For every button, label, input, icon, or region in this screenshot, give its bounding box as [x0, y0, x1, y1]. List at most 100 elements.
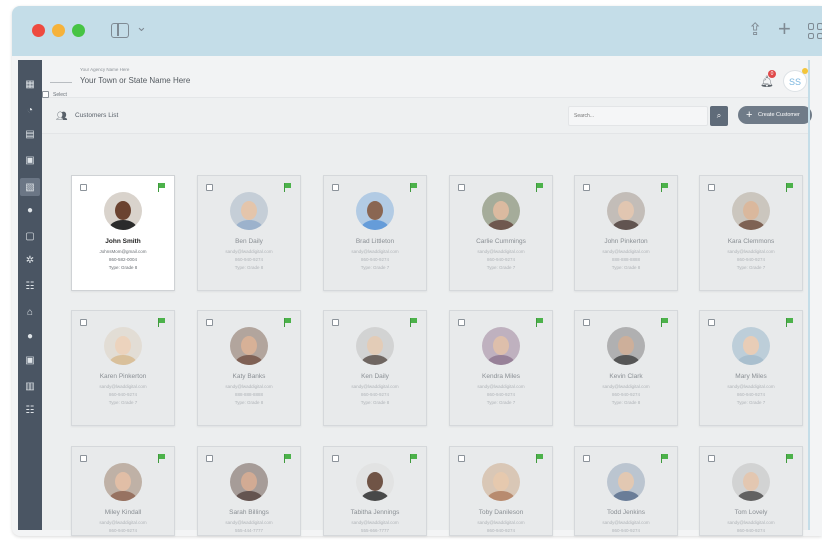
users-icon[interactable]: ☷: [22, 278, 38, 294]
customer-name[interactable]: Kevin Clark: [575, 373, 677, 380]
team-icon[interactable]: ☷: [22, 402, 38, 418]
search-input[interactable]: [568, 106, 708, 126]
contact-card-icon[interactable]: ▣: [22, 152, 38, 168]
flag-icon[interactable]: [284, 183, 292, 192]
customer-name[interactable]: Tabitha Jennings: [324, 509, 426, 516]
flag-icon[interactable]: [410, 318, 418, 327]
customer-select-checkbox[interactable]: [708, 184, 715, 191]
flag-icon[interactable]: [158, 183, 166, 192]
customer-select-checkbox[interactable]: [583, 319, 590, 326]
customer-card[interactable]: John Smith JohnsMom@gmail.com 860-582-0004…: [71, 175, 175, 291]
customer-select-checkbox[interactable]: [583, 184, 590, 191]
close-window-button[interactable]: [32, 24, 45, 37]
flag-icon[interactable]: [786, 318, 794, 327]
flag-icon[interactable]: [661, 454, 669, 463]
flag-icon[interactable]: [786, 454, 794, 463]
customer-name[interactable]: Sarah Billings: [198, 509, 300, 516]
customer-card[interactable]: Toby Danileson sandy@lwaddigital.com 860-9…: [449, 446, 553, 536]
tab-overview-icon[interactable]: [808, 23, 822, 39]
location-pin-icon[interactable]: ●: [22, 328, 38, 344]
customer-name[interactable]: Tom Lovely: [700, 509, 802, 516]
customer-card[interactable]: Carlie Cummings sandy@lwaddigital.com 860-…: [449, 175, 553, 291]
id-badge-icon[interactable]: ▣: [22, 352, 38, 368]
bank-icon[interactable]: ⌂: [22, 304, 38, 320]
customer-card[interactable]: Ben Daily sandy@lwaddigital.com 860-940-92…: [197, 175, 301, 291]
customer-select-checkbox[interactable]: [458, 319, 465, 326]
customer-select-checkbox[interactable]: [332, 455, 339, 462]
customer-name[interactable]: Kendra Miles: [450, 373, 552, 380]
new-tab-icon[interactable]: +: [778, 16, 791, 42]
list-icon[interactable]: ▤: [22, 126, 38, 142]
flag-icon[interactable]: [786, 183, 794, 192]
customer-name[interactable]: Katy Banks: [198, 373, 300, 380]
gauge-icon[interactable]: ◔: [22, 102, 38, 118]
flag-icon[interactable]: [536, 183, 544, 192]
customers-toolbar: 👥︎ Customers List ⌕ Create Customer +: [42, 98, 812, 134]
customer-card[interactable]: John Pinkerton sandy@lwaddigital.com 888-8…: [574, 175, 678, 291]
customer-card[interactable]: Katy Banks sandy@lwaddigital.com 888-888-8…: [197, 310, 301, 426]
customer-card[interactable]: Todd Jenkins sandy@lwaddigital.com 860-940…: [574, 446, 678, 536]
select-all-checkbox[interactable]: [42, 91, 49, 98]
customer-select-checkbox[interactable]: [332, 319, 339, 326]
customer-email: sandy@lwaddigital.com: [225, 520, 273, 525]
customer-card[interactable]: Kevin Clark sandy@lwaddigital.com 860-940-…: [574, 310, 678, 426]
customer-name[interactable]: Brad Littleton: [324, 238, 426, 245]
customer-name[interactable]: Karen Pinkerton: [72, 373, 174, 380]
customer-select-checkbox[interactable]: [708, 455, 715, 462]
flag-icon[interactable]: [158, 318, 166, 327]
customer-select-checkbox[interactable]: [80, 319, 87, 326]
customer-name[interactable]: John Smith: [72, 238, 174, 245]
search-button[interactable]: ⌕: [710, 106, 728, 126]
customer-name[interactable]: Ken Daily: [324, 373, 426, 380]
minimize-window-button[interactable]: [52, 24, 65, 37]
customer-card[interactable]: Kendra Miles sandy@lwaddigital.com 860-940…: [449, 310, 553, 426]
customer-card[interactable]: Tabitha Jennings sandy@lwaddigital.com 555…: [323, 446, 427, 536]
customer-name[interactable]: Ben Daily: [198, 238, 300, 245]
flag-icon[interactable]: [410, 183, 418, 192]
flag-icon[interactable]: [158, 454, 166, 463]
customer-name[interactable]: Todd Jenkins: [575, 509, 677, 516]
flag-icon[interactable]: [536, 318, 544, 327]
customer-select-checkbox[interactable]: [80, 184, 87, 191]
customer-select-checkbox[interactable]: [458, 184, 465, 191]
customer-select-checkbox[interactable]: [332, 184, 339, 191]
flag-icon[interactable]: [410, 454, 418, 463]
customer-select-checkbox[interactable]: [206, 455, 213, 462]
dashboard-icon[interactable]: ▦: [22, 76, 38, 92]
flag-icon[interactable]: [661, 318, 669, 327]
customer-name[interactable]: John Pinkerton: [575, 238, 677, 245]
customer-select-checkbox[interactable]: [206, 319, 213, 326]
customer-name[interactable]: Toby Danileson: [450, 509, 552, 516]
customer-card[interactable]: Sarah Billings sandy@lwaddigital.com 555-4…: [197, 446, 301, 536]
customer-select-checkbox[interactable]: [206, 184, 213, 191]
customer-type: Type: Grade 8: [108, 265, 138, 270]
customer-card[interactable]: Kara Clemmons sandy@lwaddigital.com 860-94…: [699, 175, 803, 291]
customer-card[interactable]: Miley Kindall sandy@lwaddigital.com 860-94…: [71, 446, 175, 536]
sidebar-toggle-icon[interactable]: [111, 23, 129, 38]
flag-icon[interactable]: [284, 318, 292, 327]
customer-card[interactable]: Brad Littleton sandy@lwaddigital.com 860-9…: [323, 175, 427, 291]
customer-select-checkbox[interactable]: [80, 455, 87, 462]
customer-select-checkbox[interactable]: [583, 455, 590, 462]
customer-name[interactable]: Mary Miles: [700, 373, 802, 380]
clock-icon[interactable]: ●: [22, 202, 38, 218]
customer-name[interactable]: Kara Clemmons: [700, 238, 802, 245]
customer-card[interactable]: Tom Lovely sandy@lwaddigital.com 860-940-9…: [699, 446, 803, 536]
calendar-icon[interactable]: ▢: [22, 228, 38, 244]
customer-select-checkbox[interactable]: [708, 319, 715, 326]
customer-card[interactable]: Karen Pinkerton sandy@lwaddigital.com 860-…: [71, 310, 175, 426]
flag-icon[interactable]: [536, 454, 544, 463]
customer-select-checkbox[interactable]: [458, 455, 465, 462]
flag-icon[interactable]: [661, 183, 669, 192]
chevron-down-icon[interactable]: ⌄: [136, 19, 147, 35]
customer-name[interactable]: Miley Kindall: [72, 509, 174, 516]
customer-card[interactable]: Ken Daily sandy@lwaddigital.com 860-940-92…: [323, 310, 427, 426]
barcode-icon[interactable]: ▥: [22, 378, 38, 394]
customer-name[interactable]: Carlie Cummings: [450, 238, 552, 245]
document-icon[interactable]: ▧: [20, 178, 40, 196]
zoom-window-button[interactable]: [72, 24, 85, 37]
gear-icon[interactable]: ✲: [22, 252, 38, 268]
share-icon[interactable]: ⇪: [748, 20, 762, 40]
flag-icon[interactable]: [284, 454, 292, 463]
customer-card[interactable]: Mary Miles sandy@lwaddigital.com 860-940-9…: [699, 310, 803, 426]
